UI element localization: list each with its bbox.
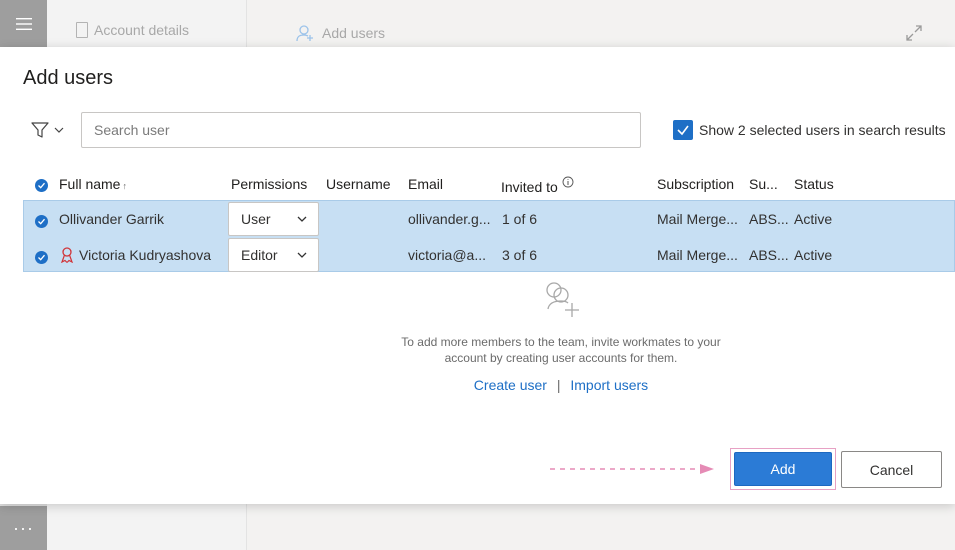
user-table-body: Ollivander Garrik User ollivander.g... 1…: [23, 200, 955, 272]
dialog-title: Add users: [23, 67, 114, 89]
cancel-button[interactable]: Cancel: [841, 451, 942, 488]
permission-value: User: [241, 211, 271, 227]
row-checkbox[interactable]: [35, 249, 48, 265]
column-email[interactable]: Email: [408, 176, 443, 192]
add-members-icon: [546, 282, 579, 317]
user-status: Active: [794, 247, 833, 263]
user-full-name: Victoria Kudryashova: [79, 247, 212, 263]
column-full-name[interactable]: Full name ↑: [59, 176, 127, 192]
expand-icon[interactable]: [905, 24, 923, 47]
document-icon: [76, 22, 88, 38]
row-checkbox[interactable]: [35, 213, 48, 229]
permission-dropdown[interactable]: Editor: [228, 238, 319, 272]
column-invited-to-label: Invited to: [501, 179, 558, 195]
table-header: Full name ↑ Permissions Username Email In…: [23, 169, 955, 199]
permission-value: Editor: [241, 247, 278, 263]
column-subscription[interactable]: Subscription: [657, 176, 734, 192]
filter-icon: [31, 122, 49, 138]
user-subscription: Mail Merge...: [657, 211, 738, 227]
sort-ascending-icon: ↑: [122, 181, 127, 191]
chevron-down-icon: [297, 252, 307, 258]
search-input[interactable]: [81, 112, 641, 148]
column-permissions[interactable]: Permissions: [231, 176, 307, 192]
user-status: Active: [794, 211, 833, 227]
chevron-down-icon: [54, 127, 64, 133]
user-email: victoria@a...: [408, 247, 487, 263]
account-details-link[interactable]: Account details: [76, 22, 189, 38]
user-invited-to: 1 of 6: [502, 211, 538, 227]
table-row[interactable]: Victoria Kudryashova Editor victoria@a..…: [24, 237, 955, 273]
add-button[interactable]: Add: [734, 452, 832, 486]
permission-dropdown[interactable]: User: [228, 202, 319, 236]
column-username[interactable]: Username: [326, 176, 391, 192]
add-user-icon: [296, 25, 313, 42]
add-users-dialog: Add users Show 2 selected users in searc…: [0, 47, 955, 504]
add-users-tab-label: Add users: [322, 25, 386, 41]
checkbox-checked-icon[interactable]: [673, 120, 693, 140]
owner-ribbon-icon: [61, 247, 73, 263]
user-invited-to: 3 of 6: [502, 247, 538, 263]
column-su[interactable]: Su...: [749, 176, 778, 192]
user-su: ABS...: [749, 211, 789, 227]
empty-state-text: To add more members to the team, invite …: [401, 335, 721, 365]
add-users-tab[interactable]: Add users: [296, 24, 385, 42]
add-button-highlight: Add: [730, 448, 836, 490]
show-selected-checkbox[interactable]: Show 2 selected users in search results: [673, 120, 946, 140]
link-separator: |: [556, 377, 561, 393]
empty-state-links: Create user | Import users: [380, 377, 742, 393]
table-row[interactable]: Ollivander Garrik User ollivander.g... 1…: [24, 201, 955, 237]
check-circle-icon: [35, 215, 48, 228]
user-full-name: Ollivander Garrik: [59, 211, 165, 227]
show-selected-label: Show 2 selected users in search results: [699, 122, 946, 138]
user-subscription: Mail Merge...: [657, 247, 738, 263]
info-icon[interactable]: [562, 176, 574, 188]
user-email: ollivander.g...: [408, 211, 491, 227]
dashed-arrow-annotation: [550, 464, 714, 474]
more-icon[interactable]: ···: [0, 506, 47, 550]
hamburger-icon[interactable]: [0, 0, 47, 47]
column-invited-to[interactable]: Invited to: [501, 176, 574, 195]
chevron-down-icon: [297, 216, 307, 222]
check-circle-icon: [35, 251, 48, 264]
select-all-checkbox[interactable]: [35, 177, 48, 193]
column-full-name-label: Full name: [59, 176, 121, 192]
column-status[interactable]: Status: [794, 176, 834, 192]
import-users-link[interactable]: Import users: [570, 377, 648, 393]
create-user-link[interactable]: Create user: [474, 377, 547, 393]
check-circle-icon: [35, 179, 48, 192]
account-details-label: Account details: [94, 22, 189, 38]
filter-dropdown[interactable]: [31, 121, 65, 139]
user-su: ABS...: [749, 247, 789, 263]
